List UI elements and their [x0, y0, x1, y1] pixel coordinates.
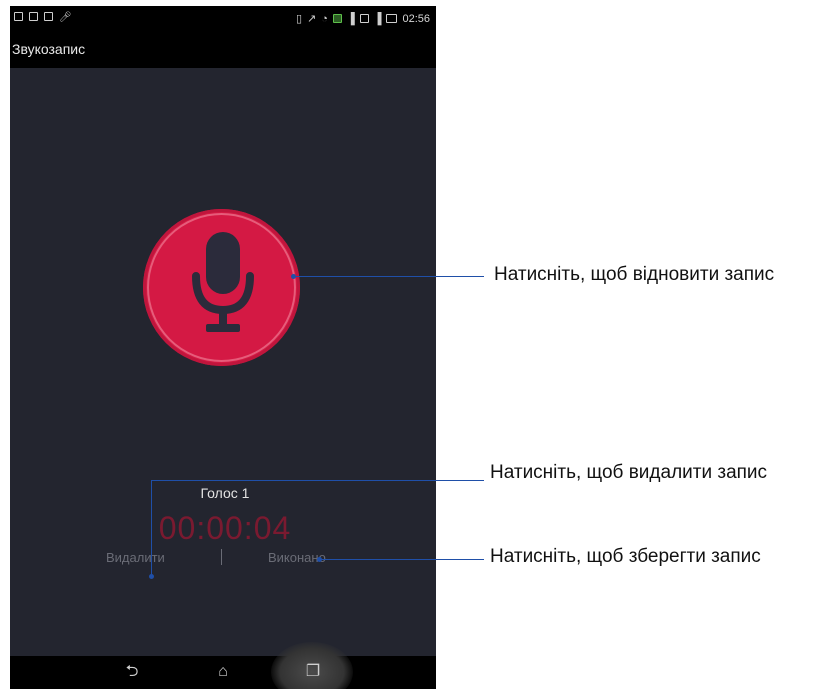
callout-resume-line: [294, 276, 484, 277]
callout-save-line: [320, 559, 484, 560]
callout-delete-vertical: [151, 480, 152, 576]
app-title: Звукозапис: [12, 41, 86, 57]
window-icon: [44, 12, 53, 21]
callout-delete-text: Натисніть, щоб видалити запис: [490, 462, 768, 483]
microphone-icon: 🎤︎: [59, 12, 72, 23]
app-bar: Звукозапис: [10, 34, 436, 68]
system-icons: ▯ ↗ ◔ ▐ ▐ 02:56: [295, 12, 430, 26]
document-icon: [29, 12, 38, 21]
recording-name: Голос 1: [200, 485, 250, 501]
signal-icon: ▐: [373, 12, 382, 25]
callout-resume-text: Натисніть, щоб відновити запис: [494, 264, 775, 285]
callout-delete-dot: [149, 574, 154, 579]
signal-icon: ▐: [346, 12, 355, 25]
recorder-panel: Голос 1 00:00:04 Видалити Виконано: [10, 68, 436, 656]
navigation-bar: ⮌ ⌂ ❐: [10, 642, 436, 689]
back-icon[interactable]: ⮌: [120, 661, 144, 683]
microphone-icon: [192, 232, 254, 332]
status-time: 02:56: [402, 12, 430, 25]
notification-icons: 🎤︎: [14, 12, 72, 23]
vibrate-icon: ▯: [295, 13, 302, 25]
wifi-icon: ◔: [321, 12, 328, 25]
calendar-icon: [14, 12, 23, 21]
sim2-icon: [359, 14, 369, 23]
delete-button[interactable]: Видалити: [106, 550, 165, 565]
sim1-icon: [332, 14, 342, 23]
callout-delete-line: [151, 480, 484, 481]
button-divider: [221, 549, 222, 565]
home-icon[interactable]: ⌂: [211, 661, 235, 683]
battery-icon: [386, 14, 398, 23]
callout-save-text: Натисніть, щоб зберегти запис: [490, 546, 761, 567]
status-bar: 🎤︎ ▯ ↗ ◔ ▐ ▐ 02:56: [10, 6, 436, 34]
recents-icon[interactable]: ❐: [301, 661, 325, 683]
no-sync-icon: ↗: [307, 13, 317, 25]
phone-screen: 🎤︎ ▯ ↗ ◔ ▐ ▐ 02:56 Звукозапис Голос 1 00…: [10, 6, 436, 689]
